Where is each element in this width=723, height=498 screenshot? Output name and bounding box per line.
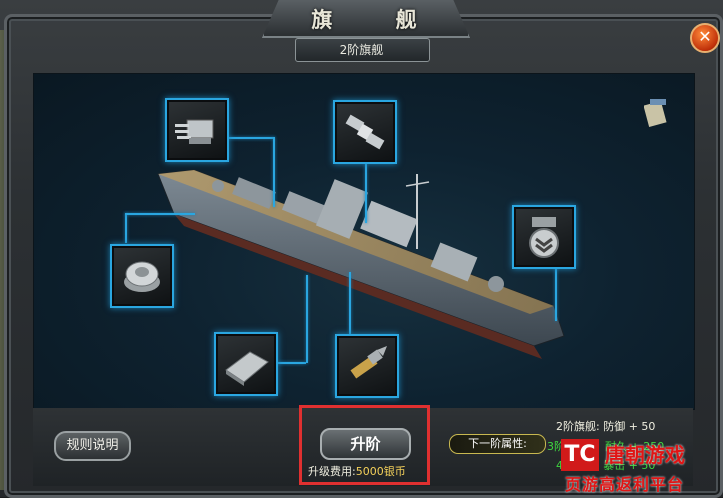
upgrade-button[interactable]: 升阶 [320, 428, 411, 460]
flagship-tier-label: 2阶旗舰 [339, 43, 384, 57]
watermark-name: 唐朝游戏 [605, 443, 685, 467]
mine-icon [124, 261, 160, 292]
slot-armor-plate[interactable] [214, 332, 278, 396]
connector-line [555, 266, 557, 321]
cost-value: 5000银币 [355, 465, 406, 478]
watermark-logo: TC [561, 439, 599, 471]
connector-line [125, 213, 127, 243]
slot-rank-medal[interactable] [512, 205, 576, 269]
close-icon[interactable]: ✕ [690, 23, 720, 53]
upgrade-cost: 升级费用:5000银币 [308, 463, 406, 479]
connector-line [273, 137, 275, 207]
rules-button[interactable]: 规则说明 [54, 431, 131, 461]
slot-satellite[interactable] [333, 100, 397, 164]
connector-line [365, 163, 367, 223]
site-watermark: TC 唐朝游戏 页游高返利平台 [561, 439, 719, 495]
current-tier-attribute: 2阶旗舰: 防御 + 50 [556, 420, 656, 433]
watermark-slogan: 页游高返利平台 [565, 475, 685, 494]
satellite-icon [345, 114, 385, 150]
shell-icon [350, 346, 387, 379]
connector-line [276, 362, 306, 364]
turret-icon [175, 119, 214, 144]
slot-shell[interactable] [335, 334, 399, 398]
slot-gun-turret[interactable] [165, 98, 229, 162]
armor-plate-icon [225, 351, 269, 386]
slot-mine[interactable] [110, 244, 174, 308]
connector-line [227, 137, 274, 139]
connector-line [306, 275, 308, 363]
rank-medal-icon [529, 217, 559, 258]
connector-line [125, 213, 195, 215]
next-tier-label: 下一阶属性: [449, 434, 546, 454]
window-title: 旗 舰 [311, 7, 445, 32]
cost-label: 升级费用: [308, 465, 356, 478]
scroll-map-icon[interactable] [644, 97, 670, 127]
connector-line [349, 272, 351, 334]
